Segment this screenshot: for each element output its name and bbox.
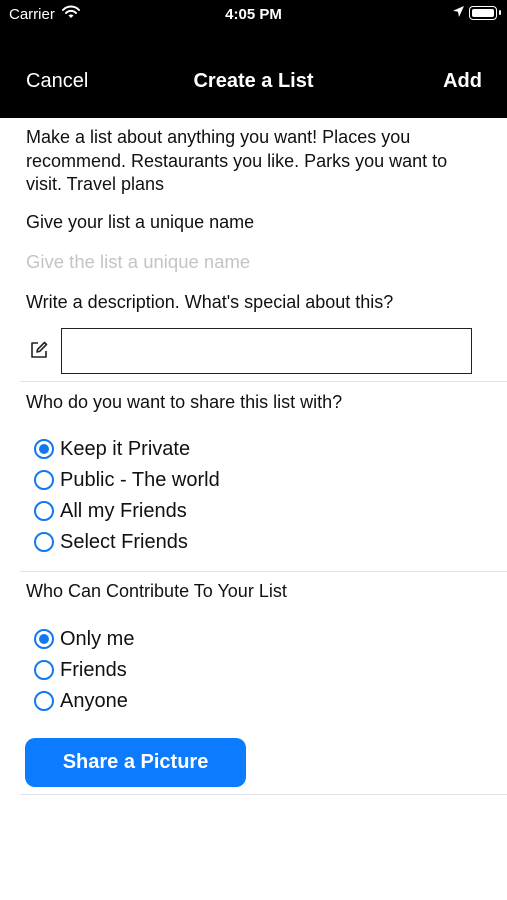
status-time: 4:05 PM	[225, 6, 282, 23]
share-option-label: Select Friends	[60, 530, 188, 553]
share-option-private[interactable]: Keep it Private	[34, 435, 190, 463]
share-option-label: All my Friends	[60, 499, 187, 522]
status-bar: Carrier 4:05 PM	[0, 0, 507, 30]
name-label: Give your list a unique name	[26, 212, 255, 232]
radio-unselected-icon	[34, 660, 54, 680]
edit-icon	[29, 340, 49, 365]
contribute-option-friends[interactable]: Friends	[34, 656, 127, 684]
contribute-option-label: Anyone	[60, 689, 128, 712]
page-title: Create a List	[193, 70, 314, 92]
battery-icon	[469, 6, 501, 20]
contribute-option-anyone[interactable]: Anyone	[34, 687, 128, 715]
list-name-input[interactable]	[20, 248, 472, 276]
intro-text: Make a list about anything you want! Pla…	[26, 127, 448, 194]
description-field[interactable]	[61, 328, 472, 374]
add-button[interactable]: Add	[443, 70, 482, 93]
radio-selected-icon	[34, 439, 54, 459]
share-picture-button[interactable]: Share a Picture	[25, 738, 246, 787]
radio-unselected-icon	[34, 532, 54, 552]
divider	[20, 794, 507, 795]
radio-unselected-icon	[34, 691, 54, 711]
top-bar: Carrier 4:05 PM Cancel Create a List Add	[0, 0, 507, 118]
location-arrow-icon	[452, 5, 465, 22]
share-option-public[interactable]: Public - The world	[34, 466, 220, 494]
share-option-label: Keep it Private	[60, 437, 191, 460]
radio-unselected-icon	[34, 470, 54, 490]
contribute-option-label: Friends	[60, 658, 127, 681]
share-option-select-friends[interactable]: Select Friends	[34, 528, 188, 556]
contribute-section-label: Who Can Contribute To Your List	[26, 581, 287, 601]
radio-unselected-icon	[34, 501, 54, 521]
contribute-option-label: Only me	[60, 627, 135, 650]
share-option-friends[interactable]: All my Friends	[34, 497, 187, 525]
share-section-label: Who do you want to share this list with?	[26, 392, 343, 412]
contribute-option-only-me[interactable]: Only me	[34, 625, 134, 653]
divider	[20, 381, 507, 382]
divider	[20, 571, 507, 572]
description-label: Write a description. What's special abou…	[26, 292, 394, 312]
share-option-label: Public - The world	[60, 468, 220, 491]
radio-selected-icon	[34, 629, 54, 649]
